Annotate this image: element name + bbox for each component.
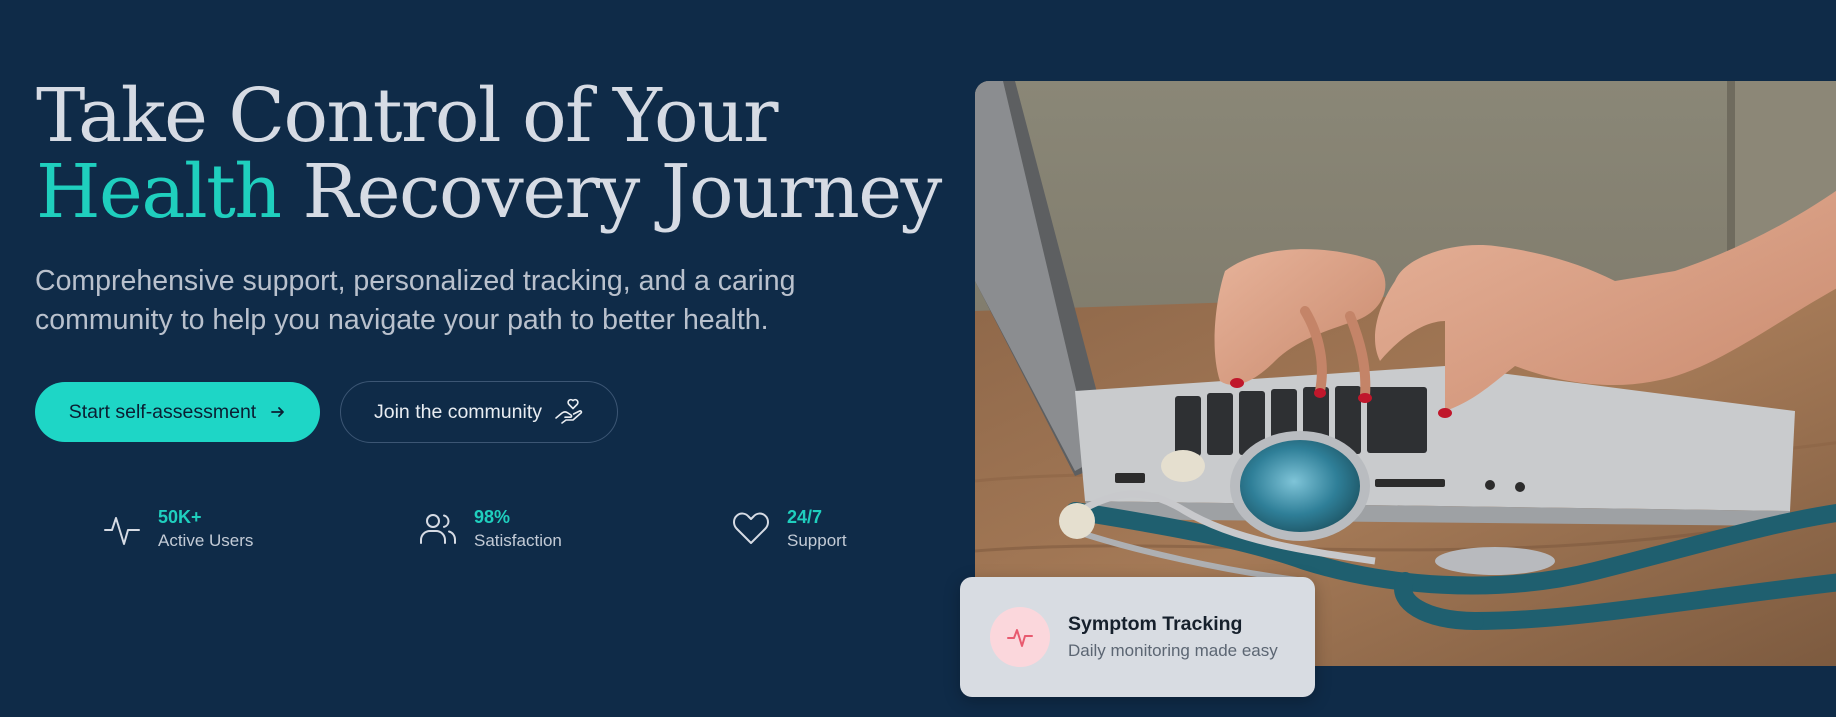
stat-label: Active Users: [158, 531, 254, 550]
stat-value: 50K+: [158, 507, 202, 527]
start-self-assessment-button[interactable]: Start self-assessment: [35, 382, 320, 442]
symptom-tracking-card: Symptom Tracking Daily monitoring made e…: [960, 577, 1315, 697]
card-title: Symptom Tracking: [1068, 613, 1243, 635]
heart-icon: [729, 507, 773, 551]
join-community-label: Join the community: [374, 400, 542, 423]
activity-icon: [100, 507, 144, 551]
stat-active-users: 50K+ Active Users: [100, 505, 253, 553]
hero-title-line1: Take Control of Your: [36, 73, 779, 159]
users-icon: [416, 507, 460, 551]
stat-satisfaction: 98% Satisfaction: [416, 505, 562, 553]
stat-value: 98%: [474, 507, 511, 527]
card-subtitle: Daily monitoring made easy: [1068, 641, 1278, 660]
arrow-right-icon: [270, 404, 286, 420]
stat-value: 24/7: [787, 507, 823, 527]
stat-label: Support: [787, 531, 847, 550]
hero-title: Take Control of Your Health Recovery Jou…: [36, 78, 956, 230]
hand-heart-icon: [554, 398, 584, 426]
stat-label: Satisfaction: [474, 531, 562, 550]
hero-title-rest: Recovery Journey: [280, 149, 943, 235]
stat-support: 24/7 Support: [729, 505, 847, 553]
hero-title-accent: Health: [36, 149, 282, 235]
hero-subtitle: Comprehensive support, personalized trac…: [35, 265, 796, 336]
start-self-assessment-label: Start self-assessment: [68, 400, 257, 423]
pulse-icon: [990, 607, 1050, 667]
join-community-button[interactable]: Join the community: [340, 381, 618, 443]
